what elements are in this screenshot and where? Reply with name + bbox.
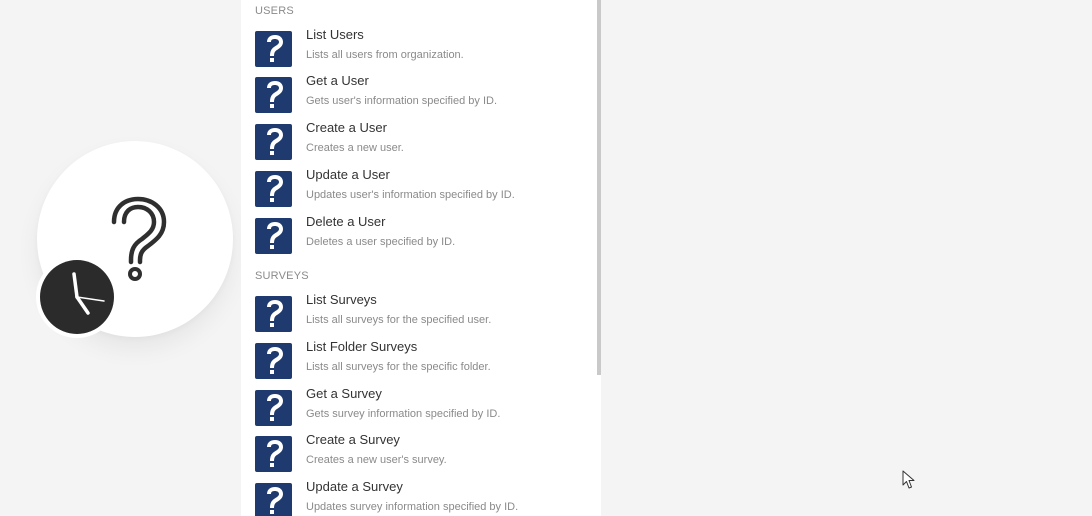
list-item-update-a-survey[interactable]: Update a Survey Updates survey informati… [255, 479, 585, 516]
item-title: Create a Survey [306, 432, 400, 447]
item-description: Lists all surveys for the specific folde… [306, 361, 491, 373]
item-description: Creates a new user. [306, 142, 404, 154]
question-mark-icon [255, 77, 292, 113]
list-item-get-a-user[interactable]: Get a User Gets user's information speci… [255, 73, 585, 116]
item-title: Update a User [306, 167, 390, 182]
item-title: Get a User [306, 73, 369, 88]
clock-icon [40, 260, 114, 334]
item-description: Updates user's information specified by … [306, 189, 515, 201]
item-description: Gets survey information specified by ID. [306, 408, 501, 420]
item-description: Gets user's information specified by ID. [306, 95, 498, 107]
item-title: Create a User [306, 120, 387, 135]
question-mark-icon [255, 171, 292, 207]
item-title: Update a Survey [306, 479, 403, 494]
mouse-cursor-icon [902, 470, 916, 495]
question-mark-icon [255, 390, 292, 426]
list-item-list-folder-surveys[interactable]: List Folder Surveys Lists all surveys fo… [255, 339, 585, 382]
question-mark-icon [255, 31, 292, 67]
list-item-create-a-user[interactable]: Create a User Creates a new user. [255, 120, 585, 163]
question-mark-icon [255, 296, 292, 332]
item-title: List Surveys [306, 292, 377, 307]
question-mark-icon [255, 124, 292, 160]
list-item-delete-a-user[interactable]: Delete a User Deletes a user specified b… [255, 214, 585, 257]
action-list-panel[interactable]: USERS List Users Lists all users from or… [241, 0, 601, 516]
item-description: Lists all surveys for the specified user… [306, 314, 492, 326]
section-label-users: USERS [255, 5, 294, 17]
clock-badge[interactable] [36, 256, 118, 338]
item-description: Lists all users from organization. [306, 49, 464, 61]
section-label-surveys: SURVEYS [255, 270, 309, 282]
question-mark-icon [255, 436, 292, 472]
item-title: Delete a User [306, 214, 386, 229]
question-mark-icon [255, 218, 292, 254]
question-mark-icon [255, 343, 292, 379]
item-title: List Users [306, 27, 364, 42]
list-item-get-a-survey[interactable]: Get a Survey Gets survey information spe… [255, 386, 585, 429]
list-item-list-surveys[interactable]: List Surveys Lists all surveys for the s… [255, 292, 585, 335]
scrollbar-thumb[interactable] [597, 0, 601, 375]
item-title: List Folder Surveys [306, 339, 418, 354]
item-description: Deletes a user specified by ID. [306, 236, 456, 248]
list-item-create-a-survey[interactable]: Create a Survey Creates a new user's sur… [255, 432, 585, 475]
list-item-list-users[interactable]: List Users Lists all users from organiza… [255, 27, 585, 70]
question-mark-icon [255, 483, 292, 516]
item-title: Get a Survey [306, 386, 382, 401]
item-description: Updates survey information specified by … [306, 501, 519, 513]
item-description: Creates a new user's survey. [306, 454, 447, 466]
list-item-update-a-user[interactable]: Update a User Updates user's information… [255, 167, 585, 210]
